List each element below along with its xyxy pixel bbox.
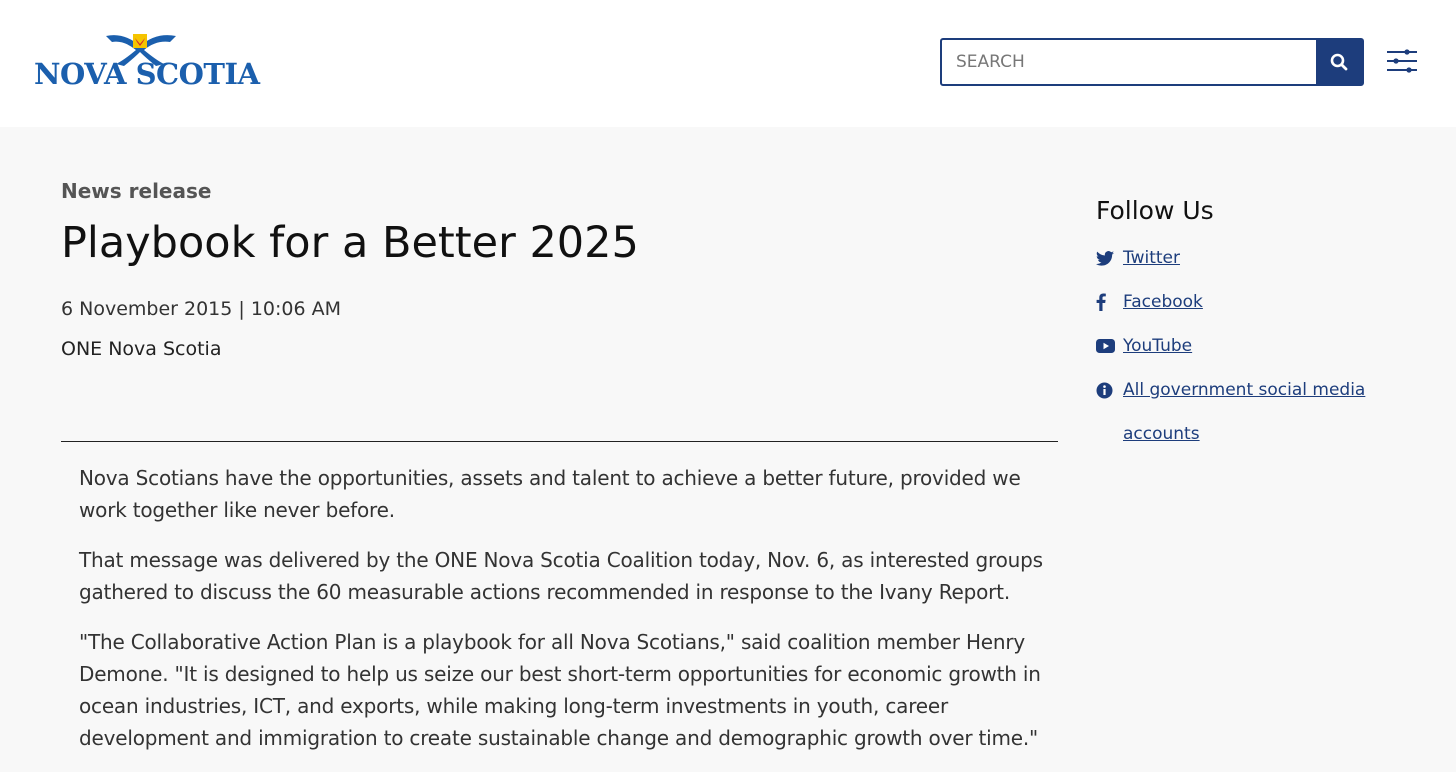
article-body: Nova Scotians have the opportunities, as…	[79, 462, 1049, 772]
twitter-link[interactable]: Twitter	[1123, 247, 1180, 269]
info-icon	[1096, 379, 1123, 401]
divider	[61, 441, 1058, 442]
article-paragraph: Nova Scotians have the opportunities, as…	[79, 466, 1021, 522]
facebook-link[interactable]: Facebook	[1123, 291, 1203, 313]
article-paragraph: That message was delivered by the ONE No…	[79, 548, 1043, 604]
article-paragraph: "The Collaborative Action Plan is a play…	[79, 630, 1041, 750]
page-title: Playbook for a Better 2025	[61, 218, 639, 268]
youtube-icon	[1096, 335, 1123, 357]
all-social-media-link[interactable]: All government social media accounts	[1123, 368, 1376, 456]
news-release-label: News release	[61, 179, 212, 203]
site-header: NOVA SCOTIA	[0, 0, 1456, 127]
search-form	[940, 38, 1364, 86]
menu-button[interactable]	[1385, 47, 1419, 75]
social-link-youtube: YouTube	[1096, 335, 1376, 357]
follow-us-heading: Follow Us	[1096, 196, 1214, 225]
youtube-link[interactable]: YouTube	[1123, 335, 1192, 357]
social-link-all-accounts: All government social media accounts	[1096, 379, 1376, 456]
twitter-icon	[1096, 247, 1123, 269]
social-link-twitter: Twitter	[1096, 247, 1376, 269]
facebook-icon	[1096, 291, 1123, 313]
search-button[interactable]	[1316, 40, 1362, 84]
article-dateline: 6 November 2015 | 10:06 AM	[61, 298, 342, 320]
menu-sliders-icon	[1387, 49, 1417, 73]
follow-us-sidebar: Follow Us Twitter Facebook YouTube All g…	[1096, 196, 1376, 478]
search-icon	[1330, 53, 1348, 71]
nova-scotia-logo[interactable]: NOVA SCOTIA	[34, 30, 260, 94]
article-source: ONE Nova Scotia	[61, 338, 222, 360]
social-link-facebook: Facebook	[1096, 291, 1376, 313]
search-input[interactable]	[942, 40, 1316, 84]
social-links: Twitter Facebook YouTube All government …	[1096, 247, 1376, 456]
